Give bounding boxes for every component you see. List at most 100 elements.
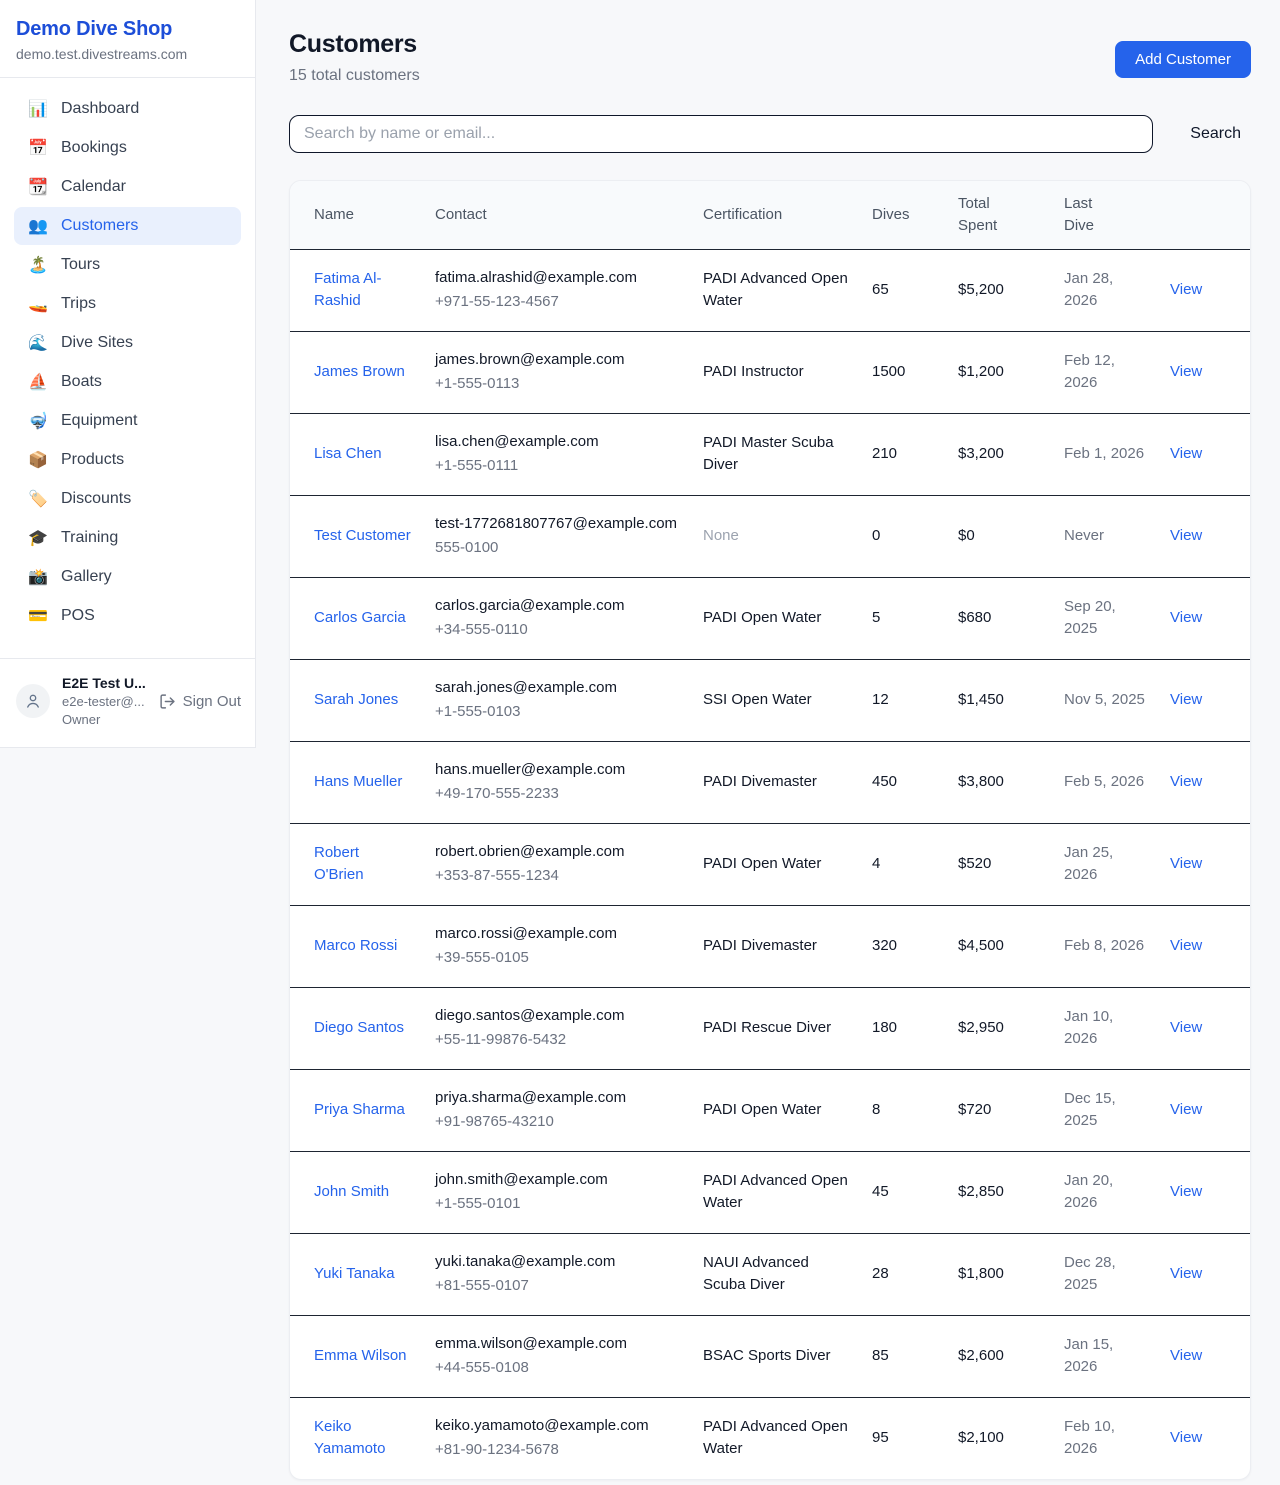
sign-out-button[interactable]: Sign Out xyxy=(159,693,241,710)
sidebar-item-boats[interactable]: ⛵ Boats xyxy=(14,363,241,401)
customer-email: emma.wilson@example.com xyxy=(435,1333,679,1356)
dives-count: 320 xyxy=(872,905,958,987)
nav-icon: 🏷️ xyxy=(28,489,48,509)
certification: PADI Advanced Open Water xyxy=(703,270,848,310)
last-dive: Jan 28, 2026 xyxy=(1064,249,1170,331)
customer-name-link[interactable]: Keiko Yamamoto xyxy=(314,1416,411,1461)
certification: PADI Open Water xyxy=(703,609,821,626)
certification: PADI Open Water xyxy=(703,855,821,872)
view-link[interactable]: View xyxy=(1170,445,1202,462)
page-title: Customers xyxy=(289,30,420,59)
sidebar-item-customers[interactable]: 👥 Customers xyxy=(14,207,241,245)
contact-cell: james.brown@example.com +1-555-0113 xyxy=(435,331,703,413)
sidebar-item-discounts[interactable]: 🏷️ Discounts xyxy=(14,480,241,518)
last-dive: Feb 1, 2026 xyxy=(1064,413,1170,495)
sidebar-item-gallery[interactable]: 📸 Gallery xyxy=(14,558,241,596)
certification: PADI Divemaster xyxy=(703,937,817,954)
sidebar-item-tours[interactable]: 🏝️ Tours xyxy=(14,246,241,284)
nav-icon: 🚤 xyxy=(28,294,48,314)
nav-label: Bookings xyxy=(61,139,127,157)
table-row: James Brown james.brown@example.com +1-5… xyxy=(290,331,1251,413)
customer-phone: +1-555-0101 xyxy=(435,1193,679,1216)
column-header-actions xyxy=(1170,181,1251,249)
view-link[interactable]: View xyxy=(1170,527,1202,544)
customer-name-link[interactable]: Lisa Chen xyxy=(314,443,382,466)
customer-name-link[interactable]: James Brown xyxy=(314,361,405,384)
certification: PADI Instructor xyxy=(703,363,804,380)
sidebar-item-dive-sites[interactable]: 🌊 Dive Sites xyxy=(14,324,241,362)
customer-email: robert.obrien@example.com xyxy=(435,841,679,864)
search-button[interactable]: Search xyxy=(1180,119,1251,149)
view-link[interactable]: View xyxy=(1170,937,1202,954)
sidebar-item-trips[interactable]: 🚤 Trips xyxy=(14,285,241,323)
search-row: Search xyxy=(289,115,1251,153)
customer-name-link[interactable]: Yuki Tanaka xyxy=(314,1263,395,1286)
customer-email: keiko.yamamoto@example.com xyxy=(435,1415,679,1438)
customer-name-link[interactable]: Priya Sharma xyxy=(314,1099,405,1122)
total-spent: $1,200 xyxy=(958,331,1064,413)
view-link[interactable]: View xyxy=(1170,691,1202,708)
customer-phone: +91-98765-43210 xyxy=(435,1111,679,1134)
customer-name-link[interactable]: Test Customer xyxy=(314,525,411,548)
total-spent: $5,200 xyxy=(958,249,1064,331)
sidebar-nav: 📊 Dashboard 📅 Bookings 📆 Calendar 👥 Cust… xyxy=(0,78,255,646)
customer-email: sarah.jones@example.com xyxy=(435,677,679,700)
sign-out-label: Sign Out xyxy=(183,693,241,710)
customer-name-link[interactable]: John Smith xyxy=(314,1181,389,1204)
sidebar-item-products[interactable]: 📦 Products xyxy=(14,441,241,479)
nav-icon: 🎓 xyxy=(28,528,48,548)
contact-cell: sarah.jones@example.com +1-555-0103 xyxy=(435,659,703,741)
customer-phone: +1-555-0113 xyxy=(435,373,679,396)
view-link[interactable]: View xyxy=(1170,609,1202,626)
sidebar-item-equipment[interactable]: 🤿 Equipment xyxy=(14,402,241,440)
view-link[interactable]: View xyxy=(1170,1101,1202,1118)
nav-label: Gallery xyxy=(61,568,112,586)
customer-email: john.smith@example.com xyxy=(435,1169,679,1192)
table-row: Yuki Tanaka yuki.tanaka@example.com +81-… xyxy=(290,1233,1251,1315)
customer-name-link[interactable]: Marco Rossi xyxy=(314,935,397,958)
view-link[interactable]: View xyxy=(1170,1265,1202,1282)
nav-icon: ⛵ xyxy=(28,372,48,392)
dives-count: 5 xyxy=(872,577,958,659)
customer-email: priya.sharma@example.com xyxy=(435,1087,679,1110)
dives-count: 45 xyxy=(872,1151,958,1233)
main-content: Customers 15 total customers Add Custome… xyxy=(256,0,1280,1485)
view-link[interactable]: View xyxy=(1170,773,1202,790)
last-dive: Jan 25, 2026 xyxy=(1064,823,1170,905)
view-link[interactable]: View xyxy=(1170,1429,1202,1446)
sidebar-item-calendar[interactable]: 📆 Calendar xyxy=(14,168,241,206)
sidebar-item-pos[interactable]: 💳 POS xyxy=(14,597,241,635)
nav-label: Equipment xyxy=(61,412,138,430)
shop-domain: demo.test.divestreams.com xyxy=(16,46,239,62)
sidebar-item-bookings[interactable]: 📅 Bookings xyxy=(14,129,241,167)
view-link[interactable]: View xyxy=(1170,855,1202,872)
user-icon xyxy=(24,692,42,710)
customer-email: marco.rossi@example.com xyxy=(435,923,679,946)
customer-name-link[interactable]: Emma Wilson xyxy=(314,1345,407,1368)
customer-name-link[interactable]: Carlos Garcia xyxy=(314,607,406,630)
search-input[interactable] xyxy=(289,115,1153,153)
sidebar-item-dashboard[interactable]: 📊 Dashboard xyxy=(14,90,241,128)
add-customer-button[interactable]: Add Customer xyxy=(1115,41,1251,78)
total-spent: $4,500 xyxy=(958,905,1064,987)
customer-name-link[interactable]: Diego Santos xyxy=(314,1017,404,1040)
contact-cell: emma.wilson@example.com +44-555-0108 xyxy=(435,1315,703,1397)
view-link[interactable]: View xyxy=(1170,1183,1202,1200)
customer-name-link[interactable]: Sarah Jones xyxy=(314,689,398,712)
view-link[interactable]: View xyxy=(1170,1019,1202,1036)
view-link[interactable]: View xyxy=(1170,1347,1202,1364)
nav-icon: 📸 xyxy=(28,567,48,587)
view-link[interactable]: View xyxy=(1170,363,1202,380)
last-dive: Feb 12, 2026 xyxy=(1064,331,1170,413)
sidebar-header: Demo Dive Shop demo.test.divestreams.com xyxy=(0,0,255,78)
customer-name-link[interactable]: Fatima Al-Rashid xyxy=(314,268,411,313)
view-link[interactable]: View xyxy=(1170,281,1202,298)
customer-name-link[interactable]: Robert O'Brien xyxy=(314,842,411,887)
customer-name-link[interactable]: Hans Mueller xyxy=(314,771,402,794)
app-root: Demo Dive Shop demo.test.divestreams.com… xyxy=(0,0,1280,1485)
sidebar-item-training[interactable]: 🎓 Training xyxy=(14,519,241,557)
last-dive: Jan 20, 2026 xyxy=(1064,1151,1170,1233)
user-email: e2e-tester@... xyxy=(62,694,147,709)
total-spent: $2,100 xyxy=(958,1397,1064,1479)
dives-count: 85 xyxy=(872,1315,958,1397)
